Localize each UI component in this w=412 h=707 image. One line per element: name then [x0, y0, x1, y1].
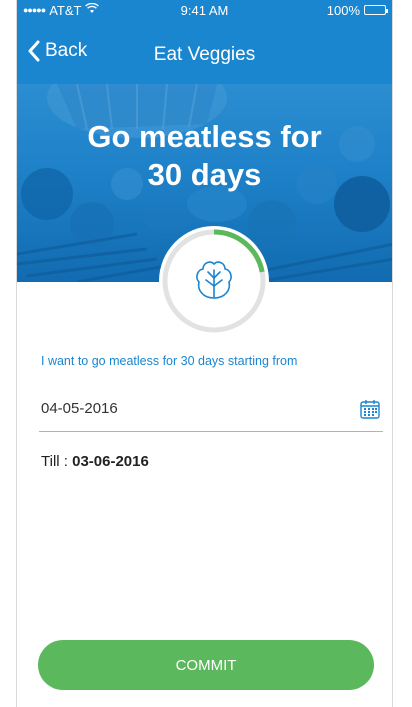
lettuce-icon [196, 261, 232, 299]
start-prompt: I want to go meatless for 30 days starti… [41, 354, 298, 368]
status-bar: ●●●●● AT&T 9:41 AM 100% [17, 0, 392, 20]
wifi-icon [85, 2, 100, 17]
calendar-icon[interactable] [359, 398, 381, 420]
carrier-name: AT&T [49, 2, 82, 18]
phone-screen: ●●●●● AT&T 9:41 AM 100% Back Eat Veggies… [16, 0, 393, 707]
hero-title-line1: Go meatless for [87, 119, 322, 154]
start-date-input[interactable] [41, 400, 321, 417]
battery-icon [364, 5, 388, 15]
till-label: Till : [41, 453, 73, 470]
progress-ring [159, 226, 269, 336]
till-text: Till : 03-06-2016 [41, 453, 149, 470]
battery-percent: 100% [326, 2, 360, 18]
status-left: ●●●●● AT&T [23, 2, 100, 18]
signal-icon: ●●●●● [23, 5, 46, 15]
status-right: 100% [326, 2, 388, 18]
hero-title-line2: 30 days [147, 157, 262, 192]
nav-bar: Back Eat Veggies [17, 20, 392, 84]
till-date: 03-06-2016 [72, 453, 149, 470]
hero-title: Go meatless for 30 days [17, 118, 392, 194]
start-date-row [39, 392, 383, 432]
nav-title: Eat Veggies [153, 44, 256, 65]
commit-button[interactable]: COMMIT [38, 640, 374, 690]
